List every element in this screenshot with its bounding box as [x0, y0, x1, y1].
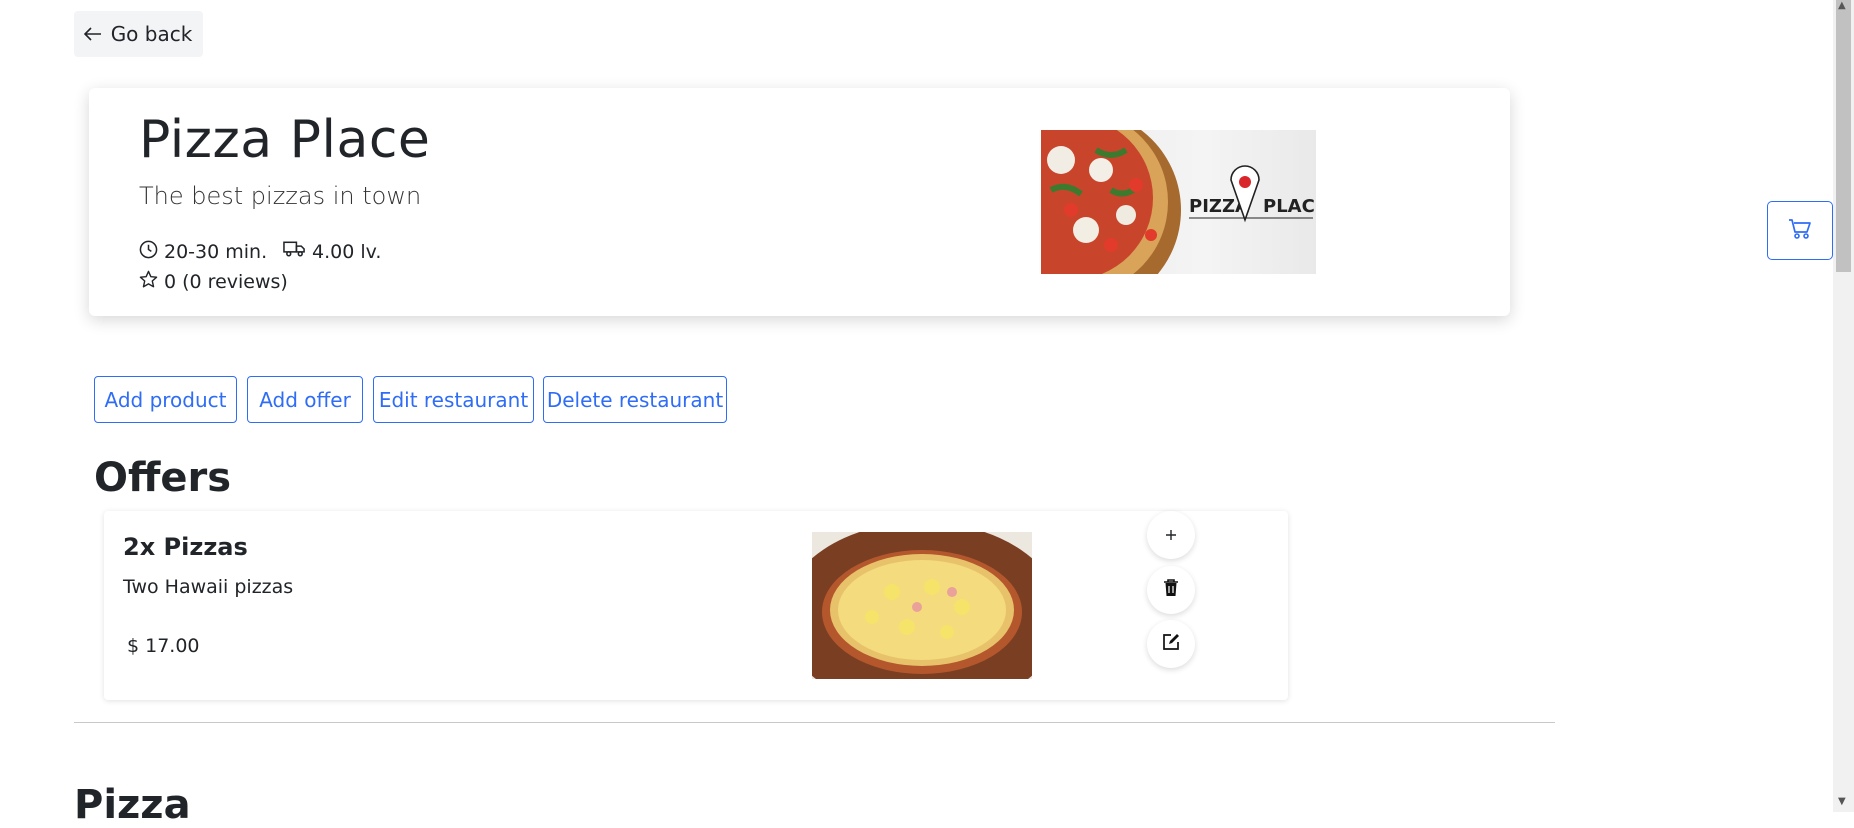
- section-divider: [74, 722, 1555, 723]
- truck-icon: [283, 240, 306, 263]
- cart-button[interactable]: [1767, 201, 1833, 260]
- add-offer-button[interactable]: Add offer: [247, 376, 363, 423]
- section-heading-pizza: Pizza: [74, 782, 191, 828]
- plus-icon: [1165, 526, 1177, 545]
- restaurant-logo-image: PIZZA PLACE: [1041, 130, 1316, 274]
- delivery-fee: 4.00 lv.: [283, 240, 381, 263]
- offer-card: [104, 511, 1288, 700]
- add-product-button[interactable]: Add product: [94, 376, 237, 423]
- scroll-down-arrow-icon[interactable]: ▼: [1838, 796, 1846, 807]
- delete-restaurant-button[interactable]: Delete restaurant: [543, 376, 727, 423]
- edit-offer-button[interactable]: [1147, 620, 1195, 668]
- restaurant-description: The best pizzas in town: [139, 182, 422, 210]
- logo-text-right: PLACE: [1263, 196, 1316, 217]
- trash-icon: [1163, 579, 1179, 601]
- delivery-fee-text: 4.00 lv.: [312, 240, 382, 263]
- rating-text: 0 (0 reviews): [164, 271, 288, 293]
- clock-icon: [139, 240, 158, 264]
- arrow-left-icon: [83, 22, 103, 46]
- offers-heading: Offers: [94, 455, 232, 501]
- edit-icon: [1162, 633, 1180, 655]
- offer-image: [812, 532, 1032, 679]
- cart-icon: [1788, 218, 1812, 244]
- offer-price: $ 17.00: [127, 635, 200, 657]
- add-to-cart-button[interactable]: [1147, 511, 1195, 559]
- offer-title: 2x Pizzas: [123, 533, 248, 561]
- scrollbar-thumb[interactable]: [1836, 0, 1851, 272]
- offer-description: Two Hawaii pizzas: [123, 576, 294, 598]
- scroll-up-arrow-icon[interactable]: ▲: [1838, 0, 1846, 11]
- go-back-label: Go back: [110, 22, 193, 46]
- restaurant-name: Pizza Place: [139, 110, 431, 170]
- star-icon: [139, 270, 158, 294]
- delivery-time: 20-30 min.: [139, 240, 267, 264]
- go-back-button[interactable]: Go back: [74, 11, 203, 57]
- rating: 0 (0 reviews): [139, 270, 288, 294]
- edit-restaurant-button[interactable]: Edit restaurant: [373, 376, 534, 423]
- delete-offer-button[interactable]: [1147, 566, 1195, 614]
- delivery-time-text: 20-30 min.: [164, 241, 268, 263]
